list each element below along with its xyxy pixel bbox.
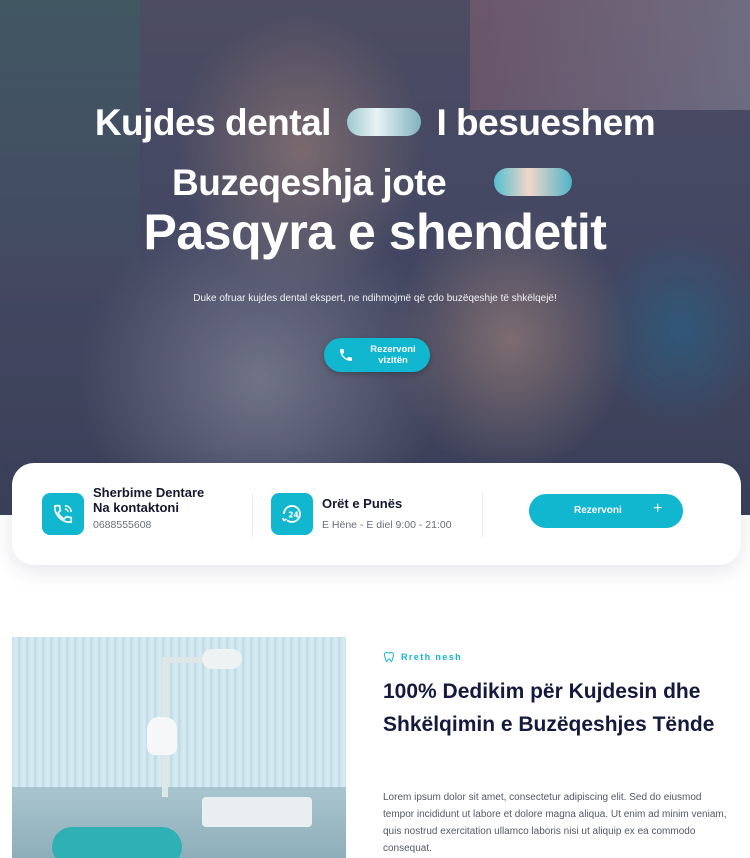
contact-phone[interactable]: 0688555608	[93, 519, 151, 531]
tooth-icon	[383, 651, 395, 663]
tray-shape	[202, 797, 312, 827]
clock-24-icon: 24	[271, 493, 313, 535]
svg-text:24: 24	[288, 511, 298, 520]
contact-title: Sherbime Dentare Na kontaktoni	[93, 485, 205, 515]
tooth-figure-shape	[147, 717, 177, 755]
teeth-pill-image	[346, 108, 421, 137]
divider	[482, 493, 483, 537]
about-tag-label: Rreth nesh	[401, 652, 463, 662]
hero-section: Kujdes dental I besueshem Buzeqeshja jot…	[0, 0, 750, 515]
clinic-photo	[12, 637, 346, 858]
phone-icon	[340, 349, 352, 361]
hours-value: E Hëne - E diel 9:00 - 21:00	[322, 519, 452, 531]
book-visit-label: Rezervoni vizitën	[370, 344, 416, 366]
hero-heading-text: I besueshem	[436, 102, 656, 143]
patient-pill-image	[493, 168, 572, 197]
hero-heading-text: Kujdes dental	[94, 102, 332, 143]
lamp-head-shape	[202, 649, 242, 669]
about-title: 100% Dedikim për Kujdesin dhe Shkëlqimin…	[383, 680, 715, 736]
phone-icon	[42, 493, 84, 535]
hero-heading-line-1: Kujdes dental I besueshem	[0, 102, 750, 144]
about-text: Lorem ipsum dolor sit amet, consectetur …	[383, 792, 727, 854]
hero-heading-line-2: Buzeqeshja jote	[0, 162, 750, 204]
book-visit-button[interactable]: Rezervoni vizitën	[324, 338, 430, 372]
divider	[252, 493, 253, 537]
book-button[interactable]: Rezervoni +	[529, 494, 683, 528]
hero-heading-text: Buzeqeshja jote	[172, 162, 447, 203]
book-button-label: Rezervoni	[574, 505, 622, 516]
hero-heading-line-3: Pasqyra e shendetit	[143, 204, 607, 260]
about-tag: Rreth nesh	[383, 651, 462, 663]
dental-chair-shape	[52, 827, 182, 858]
hero-subtitle: Duke ofruar kujdes dental ekspert, ne nd…	[193, 293, 557, 304]
hours-title: Orët e Punës	[322, 496, 403, 511]
plus-icon: +	[653, 500, 663, 517]
contact-info-card: Sherbime Dentare Na kontaktoni 068855560…	[12, 463, 741, 565]
